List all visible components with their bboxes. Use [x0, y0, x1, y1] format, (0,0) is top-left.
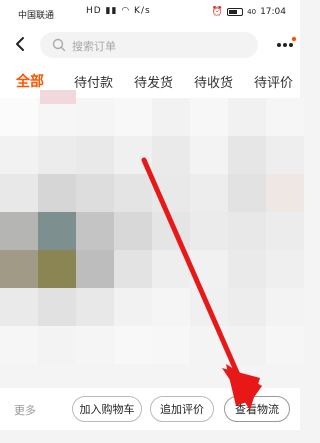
blur-tile [114, 98, 152, 136]
blur-tile [114, 174, 152, 212]
blur-tile [228, 250, 266, 288]
search-icon [52, 38, 66, 52]
blur-tile [0, 136, 38, 174]
blur-tile [152, 174, 190, 212]
blur-tile [0, 326, 38, 364]
blur-tile [266, 174, 304, 212]
blur-tile [190, 136, 228, 174]
blur-tile [76, 326, 114, 364]
blur-tile [76, 288, 114, 326]
blur-tile [152, 98, 190, 136]
blur-tile [228, 136, 266, 174]
search-placeholder: 搜索订单 [72, 40, 116, 53]
blur-tile [40, 90, 76, 104]
search-input[interactable]: 搜索订单 [40, 32, 258, 58]
blur-tile [76, 174, 114, 212]
blur-tile [152, 136, 190, 174]
blur-tile [228, 212, 266, 250]
signal-icons: HD ▮▮ ◠ K/s [86, 6, 151, 16]
blur-tile [76, 136, 114, 174]
blur-tile [38, 288, 76, 326]
view-logistics-button[interactable]: 查看物流 [224, 396, 290, 422]
tab-pending-review[interactable]: 待评价 [254, 72, 293, 91]
blur-tile [266, 98, 304, 136]
blur-tile [114, 250, 152, 288]
blur-tile [0, 288, 38, 326]
blur-tile [266, 288, 304, 326]
blur-tile [0, 250, 38, 288]
blur-tile [190, 98, 228, 136]
status-right: ⏰ 40 17:04 [212, 7, 286, 17]
blur-tile [152, 212, 190, 250]
tab-all[interactable]: 全部 [16, 71, 44, 91]
more-link[interactable]: 更多 [14, 402, 36, 418]
tab-pending-shipment[interactable]: 待发货 [134, 72, 173, 91]
blur-tile [190, 288, 228, 326]
nav-bar: 搜索订单 [0, 26, 300, 64]
blur-tile [38, 326, 76, 364]
blur-tile [76, 250, 114, 288]
blur-tile [38, 174, 76, 212]
blur-tile [190, 174, 228, 212]
blur-tile [152, 288, 190, 326]
blur-tile [266, 326, 304, 364]
blur-tile [228, 288, 266, 326]
blur-tile [76, 212, 114, 250]
blur-tile [228, 174, 266, 212]
blur-tile [38, 212, 76, 250]
alarm-icon: ⏰ [211, 7, 224, 17]
blur-tile [266, 250, 304, 288]
battery-icon [227, 8, 244, 16]
clock: 17:04 [260, 7, 286, 17]
order-list-blurred [0, 90, 304, 398]
add-to-cart-button[interactable]: 加入购物车 [72, 396, 142, 422]
bottom-strip [0, 430, 300, 443]
more-icon[interactable] [275, 36, 297, 54]
blur-tile [0, 174, 38, 212]
tab-pending-receipt[interactable]: 待收货 [194, 72, 233, 91]
blur-tile [38, 250, 76, 288]
blur-tile [152, 250, 190, 288]
blur-tile [0, 212, 38, 250]
blur-tile [114, 136, 152, 174]
blur-tile [38, 136, 76, 174]
blur-tile [76, 98, 114, 136]
battery-percent: 40 [247, 8, 257, 16]
blur-tile [152, 326, 190, 364]
blur-tile [266, 136, 304, 174]
tab-pending-payment[interactable]: 待付款 [74, 72, 113, 91]
status-bar: 中国联通 HD ▮▮ ◠ K/s ⏰ 40 17:04 [0, 0, 300, 26]
blur-tile [228, 98, 266, 136]
blur-tile [266, 212, 304, 250]
blur-tile [228, 326, 266, 364]
blur-tile [114, 288, 152, 326]
carrier-name: 中国联通 [18, 11, 55, 21]
blur-tile [190, 326, 228, 364]
blur-tile [114, 326, 152, 364]
blur-tile [0, 98, 38, 136]
blur-tile [190, 212, 228, 250]
order-actions: 更多 加入购物车 追加评价 查看物流 [0, 388, 300, 430]
blur-tile [114, 212, 152, 250]
back-icon[interactable] [11, 34, 31, 54]
blur-tile [190, 250, 228, 288]
add-review-button[interactable]: 追加评价 [150, 396, 214, 422]
